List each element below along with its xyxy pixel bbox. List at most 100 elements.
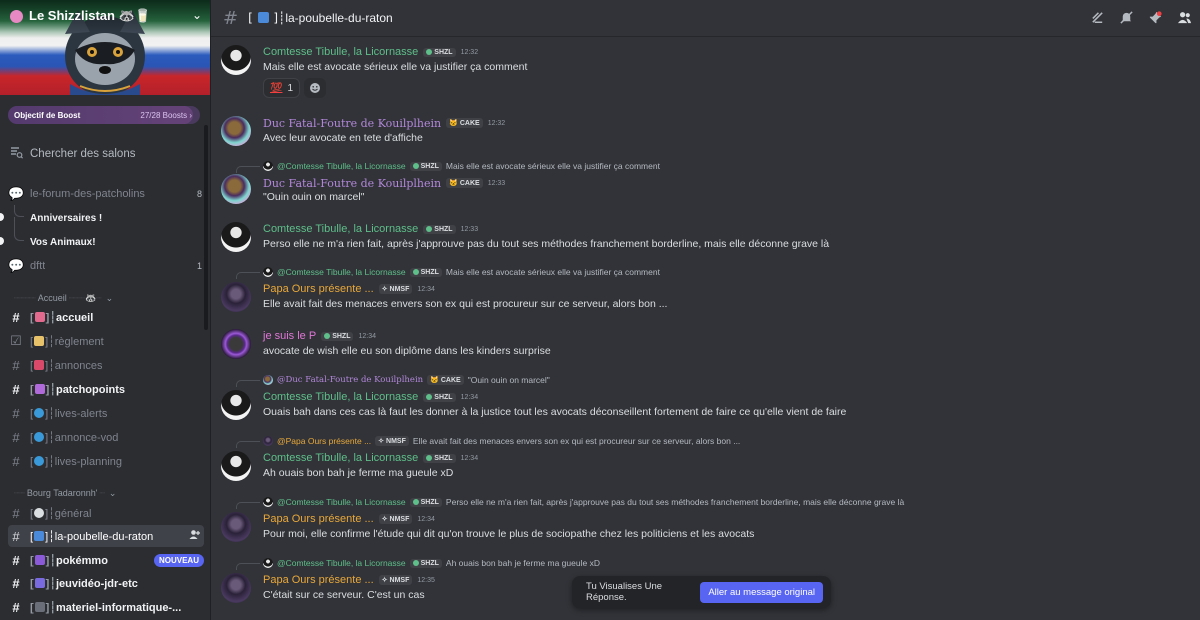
viewing-reply-bar: Tu Visualises Une Réponse. Aller au mess… — [572, 576, 831, 608]
add-member-icon[interactable] — [189, 529, 200, 543]
tag-icon — [412, 163, 419, 169]
add-reaction-button[interactable] — [304, 78, 327, 98]
server-header[interactable]: Le Shizzlistan 🦝🥛 ⌄ — [0, 0, 210, 32]
server-tag: SHZL — [423, 47, 456, 57]
reply-text: Perso elle ne m'a rien fait, après j'app… — [445, 497, 905, 507]
author-name[interactable]: Comtesse Tibulle, la Licornasse — [263, 46, 418, 58]
author-name[interactable]: Comtesse Tibulle, la Licornasse — [263, 452, 418, 464]
server-tag: SHZL — [423, 453, 456, 463]
sidebar-scrollbar[interactable] — [204, 125, 208, 330]
avatar[interactable] — [221, 174, 251, 204]
sidebar-thread-anniversaires[interactable]: Anniversaires ! — [30, 207, 204, 229]
tag-icon — [324, 333, 331, 339]
sidebar-item-lives-planning[interactable]: # []┆lives-planning — [8, 450, 204, 472]
sidebar-item-label: le-forum-des-patcholins — [30, 188, 145, 200]
sidebar-item-label: annonces — [54, 359, 103, 372]
reply-author[interactable]: @Papa Ours présente ... — [277, 436, 371, 446]
member-list-icon[interactable] — [1177, 10, 1192, 29]
reply-author[interactable]: @Comtesse Tibulle, la Licornasse — [277, 161, 406, 171]
author-name[interactable]: Papa Ours présente ... — [263, 513, 374, 525]
avatar[interactable] — [221, 329, 251, 359]
pinned-messages-icon[interactable] — [1148, 10, 1163, 29]
timestamp: 12:32 — [460, 48, 479, 56]
boost-label: Objectif de Boost — [14, 110, 81, 120]
sidebar-item-jeuvideo[interactable]: # []┆jeuvidéo-jdr-etc — [8, 572, 204, 594]
message-item[interactable]: @Comtesse Tibulle, la Licornasse SHZL Pe… — [221, 496, 1190, 544]
channel-title: [ ] — [248, 11, 279, 25]
reply-author[interactable]: @Duc Fatal-Foutre de Kouilplhein — [277, 375, 423, 385]
server-tag: SHZL — [409, 267, 442, 277]
post-count: 1 — [196, 261, 202, 271]
server-tag: ✧ NMSF — [378, 284, 413, 294]
boost-count: 27/28 Boosts › — [140, 110, 192, 120]
sidebar-item-pokemmo[interactable]: # []┆pokémmo NOUVEAU — [8, 549, 204, 571]
boost-goal-bar[interactable]: Objectif de Boost 27/28 Boosts › — [8, 106, 200, 124]
sidebar-item-label: la-poubelle-du-raton — [54, 530, 154, 543]
sidebar-item-lives-alerts[interactable]: # []┆lives-alerts — [8, 402, 204, 424]
reply-author[interactable]: @Comtesse Tibulle, la Licornasse — [277, 497, 406, 507]
message-item[interactable]: @Papa Ours présente ... ✧ NMSF Elle avait… — [221, 435, 1190, 483]
timestamp: 12:34 — [358, 332, 377, 340]
reply-preview[interactable]: @Papa Ours présente ... ✧ NMSF Elle avait… — [263, 435, 740, 447]
category-accueil[interactable]: ┈┈┈┈ Accueil ┈┈┈🦝┈ ⌄ — [14, 291, 113, 305]
sidebar-item-accueil[interactable]: # []┆accueil — [8, 306, 204, 328]
message-list[interactable]: Comtesse Tibulle, la Licornasse SHZL 12:… — [211, 37, 1200, 620]
tag-icon — [426, 226, 433, 232]
sidebar-item-materiel-informatique[interactable]: # []┆materiel-informatique-... — [8, 596, 204, 618]
reply-connector — [236, 441, 260, 448]
sidebar-thread-vos-animaux[interactable]: Vos Animaux! — [30, 231, 204, 253]
reply-preview[interactable]: @Comtesse Tibulle, la Licornasse SHZL Ah… — [263, 557, 600, 569]
author-name[interactable]: Duc Fatal-Foutre de Kouilplhein — [263, 117, 441, 130]
sidebar-item-dftt[interactable]: 💬 dftt 1 — [8, 255, 204, 277]
avatar[interactable] — [221, 222, 251, 252]
reaction-bar: 💯 1 — [263, 78, 327, 98]
sidebar-item-patchopoints[interactable]: # []┆patchopoints — [8, 378, 204, 400]
reply-author[interactable]: @Comtesse Tibulle, la Licornasse — [277, 267, 406, 277]
author-name[interactable]: Duc Fatal-Foutre de Kouilplhein — [263, 177, 441, 190]
message-item[interactable]: @Comtesse Tibulle, la Licornasse SHZL Ma… — [221, 160, 1190, 208]
author-name[interactable]: Papa Ours présente ... — [263, 574, 374, 586]
avatar[interactable] — [221, 116, 251, 146]
sidebar-item-forum-patcholins[interactable]: 💬 le-forum-des-patcholins 8 — [8, 183, 204, 205]
message-item[interactable]: @Comtesse Tibulle, la Licornasse SHZL Ma… — [221, 266, 1190, 314]
message-item[interactable]: Duc Fatal-Foutre de Kouilplhein 🐱 CAKE 12… — [221, 116, 1190, 148]
message-item[interactable]: Comtesse Tibulle, la Licornasse SHZL 12:… — [221, 222, 1190, 254]
author-name[interactable]: Papa Ours présente ... — [263, 283, 374, 295]
sidebar-item-annonces[interactable]: # []┆annonces — [8, 354, 204, 376]
sidebar-item-general[interactable]: # []┆général — [8, 502, 204, 524]
sidebar-item-reglement[interactable]: ☑ []┆règlement — [8, 330, 204, 352]
notifications-muted-icon[interactable] — [1119, 10, 1134, 29]
server-tag: SHZL — [409, 558, 442, 568]
reaction-100[interactable]: 💯 1 — [263, 78, 301, 98]
jump-to-original-button[interactable]: Aller au message original — [700, 581, 823, 603]
tag-icon — [426, 455, 433, 461]
sidebar-item-label: lives-alerts — [54, 407, 108, 420]
category-bourg-tadaronnh[interactable]: ┈┈ Bourg Tadaronnh' ┈ ⌄ — [14, 486, 116, 500]
avatar[interactable] — [221, 451, 251, 481]
message-item[interactable]: Comtesse Tibulle, la Licornasse SHZL 12:… — [221, 45, 1190, 105]
threads-icon[interactable] — [1090, 10, 1105, 29]
reply-avatar — [263, 267, 273, 277]
server-tag: 🐱 CAKE — [446, 118, 483, 128]
avatar[interactable] — [221, 390, 251, 420]
reply-preview[interactable]: @Comtesse Tibulle, la Licornasse SHZL Ma… — [263, 266, 660, 278]
avatar[interactable] — [221, 45, 251, 75]
sidebar-item-la-poubelle-du-raton[interactable]: # []┆la-poubelle-du-raton — [8, 525, 204, 547]
reply-preview[interactable]: @Comtesse Tibulle, la Licornasse SHZL Pe… — [263, 496, 904, 508]
reply-author[interactable]: @Comtesse Tibulle, la Licornasse — [277, 558, 406, 568]
message-text: Pour moi, elle confirme l'étude qui dit … — [263, 528, 755, 540]
sidebar-item-annonce-vod[interactable]: # []┆annonce-vod — [8, 426, 204, 448]
server-tag: 🐱 CAKE — [446, 178, 483, 188]
browse-channels-button[interactable]: Chercher des salons — [8, 143, 204, 165]
message-item[interactable]: je suis le P SHZL 12:34 avocate de wish … — [221, 329, 1190, 361]
avatar[interactable] — [221, 282, 251, 312]
reply-preview[interactable]: @Comtesse Tibulle, la Licornasse SHZL Ma… — [263, 160, 660, 172]
author-name[interactable]: Comtesse Tibulle, la Licornasse — [263, 391, 418, 403]
avatar[interactable] — [221, 573, 251, 603]
avatar[interactable] — [221, 512, 251, 542]
author-name[interactable]: Comtesse Tibulle, la Licornasse — [263, 223, 418, 235]
author-name[interactable]: je suis le P — [263, 330, 316, 342]
message-item[interactable]: @Duc Fatal-Foutre de Kouilplhein 🐱 CAKE "… — [221, 374, 1190, 422]
chevron-down-icon[interactable]: ⌄ — [192, 8, 202, 22]
reply-preview[interactable]: @Duc Fatal-Foutre de Kouilplhein 🐱 CAKE "… — [263, 374, 550, 386]
